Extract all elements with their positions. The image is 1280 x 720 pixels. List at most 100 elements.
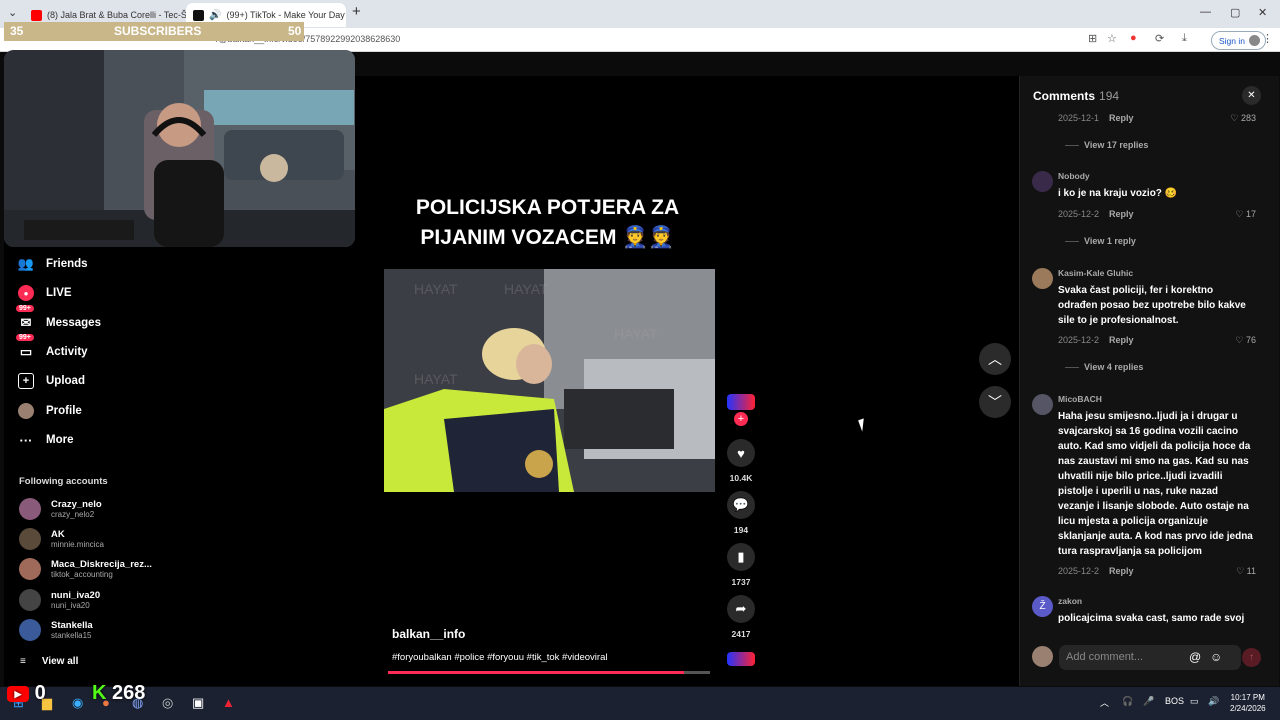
- goal-end: 50: [288, 24, 302, 38]
- sidebar-item-friends[interactable]: 👥 Friends: [18, 256, 88, 272]
- add-comment-placeholder: Add comment...: [1066, 651, 1144, 663]
- mention-icon[interactable]: @: [1189, 650, 1201, 664]
- view-replies-button[interactable]: View 4 replies: [1065, 362, 1143, 372]
- video-player[interactable]: HAYAT HAYAT HAYAT HAYAT: [384, 269, 715, 492]
- tray-chevron-icon[interactable]: ︿: [1100, 696, 1109, 709]
- avatar[interactable]: [1032, 394, 1053, 415]
- video-title-line: PIJANIM VOZACEM 👮👮: [420, 226, 675, 249]
- menu-icon[interactable]: ⋮: [1262, 32, 1273, 45]
- avatar[interactable]: [1032, 171, 1053, 192]
- video-progress-bar[interactable]: [388, 671, 710, 674]
- downloads-icon[interactable]: ⤓: [1182, 32, 1187, 45]
- view-replies-button[interactable]: View 1 reply: [1065, 236, 1136, 246]
- kick-icon: K: [92, 682, 107, 704]
- reply-button[interactable]: Reply: [1109, 335, 1134, 345]
- avatar: [19, 589, 41, 611]
- system-clock[interactable]: 10:17 PM 2/24/2026: [1230, 692, 1266, 714]
- sidebar-item-activity[interactable]: ▭ 99+ Activity: [16, 334, 88, 360]
- app-icon[interactable]: ▲: [222, 695, 235, 710]
- tab-label: (99+) TikTok - Make Your Day: [226, 10, 345, 20]
- refresh-icon[interactable]: ⟳: [1155, 32, 1164, 45]
- share-button[interactable]: ➦ 2417: [727, 595, 755, 639]
- account-handle: tiktok_accounting: [51, 570, 113, 579]
- list-icon: ≡: [20, 656, 26, 667]
- comment-likes[interactable]: ♡ 76: [1235, 335, 1256, 346]
- account-name: Stankella: [51, 620, 93, 631]
- youtube-count: 0: [34, 682, 46, 704]
- next-creator-avatar[interactable]: [727, 652, 755, 666]
- video-hashtags[interactable]: #foryoubalkan #police #foryouu #tik_tok …: [392, 652, 607, 663]
- comment-likes[interactable]: ♡ 283: [1230, 113, 1256, 124]
- network-icon[interactable]: ▭: [1190, 696, 1199, 707]
- speaker-icon[interactable]: 🔊: [209, 10, 221, 21]
- heart-icon: ♥: [727, 439, 755, 467]
- view-replies-button[interactable]: View 17 replies: [1065, 140, 1148, 150]
- goal-label: SUBSCRIBERS: [114, 24, 202, 38]
- sidebar-item-more[interactable]: ··· More: [18, 432, 74, 448]
- goal-start: 35: [10, 24, 24, 38]
- account-name: AK: [51, 529, 65, 540]
- avatar: [727, 652, 755, 666]
- comment-user[interactable]: Nobody: [1058, 171, 1090, 181]
- obs-icon[interactable]: ▣: [192, 695, 204, 711]
- save-button[interactable]: ▮ 1737: [727, 543, 755, 587]
- comment-button[interactable]: 💬 194: [727, 491, 755, 535]
- comment-user[interactable]: zakon: [1058, 596, 1082, 606]
- following-account[interactable]: AK minnie.mincica: [19, 528, 104, 550]
- comment-likes[interactable]: ♡ 17: [1235, 209, 1256, 220]
- emoji-icon[interactable]: ☺: [1210, 650, 1222, 664]
- sidebar-item-live[interactable]: ● LIVE: [18, 285, 72, 301]
- headset-icon[interactable]: 🎧: [1122, 696, 1133, 707]
- signin-button[interactable]: Sign in: [1211, 31, 1266, 50]
- following-account[interactable]: Maca_Diskrecija_rez... tiktok_accounting: [19, 558, 152, 580]
- comment-user[interactable]: Kasim-Kale Gluhic: [1058, 268, 1133, 278]
- comment-user[interactable]: MicoΒΑСН: [1058, 394, 1102, 404]
- following-account[interactable]: Crazy_nelo crazy_nelo2: [19, 498, 102, 520]
- comment-text: Haha jesu smijesno..ljudi ja i drugar u …: [1058, 411, 1253, 557]
- steam-icon[interactable]: ◎: [162, 695, 173, 711]
- apps-icon[interactable]: ⊞: [1088, 32, 1097, 45]
- comments-header: Comments 194: [1033, 89, 1119, 103]
- volume-icon[interactable]: 🔊: [1208, 696, 1219, 707]
- follow-plus-icon[interactable]: +: [734, 412, 748, 426]
- live-icon: ●: [18, 285, 34, 301]
- reply-button[interactable]: Reply: [1109, 209, 1134, 219]
- close-icon: ✕: [1247, 90, 1256, 101]
- account-handle: minnie.mincica: [51, 540, 104, 549]
- messages-icon: ✉ 99+: [16, 305, 34, 331]
- next-video-button[interactable]: ﹀: [979, 386, 1011, 418]
- video-author[interactable]: balkan__info: [392, 627, 465, 641]
- tab-list-icon[interactable]: ⌄: [8, 6, 17, 19]
- new-tab-button[interactable]: +: [352, 3, 361, 20]
- close-window-button[interactable]: ✕: [1258, 6, 1267, 19]
- youtube-icon: ▶: [7, 685, 29, 702]
- account-handle: crazy_nelo2: [51, 510, 95, 519]
- extension-icon[interactable]: ●: [1130, 32, 1137, 44]
- sidebar-item-messages[interactable]: ✉ 99+ Messages: [16, 305, 101, 331]
- like-button[interactable]: ♥ 10.4K: [727, 439, 755, 483]
- close-comments-button[interactable]: ✕: [1242, 86, 1261, 105]
- view-all-button[interactable]: ≡ View all: [20, 656, 78, 667]
- previous-video-button[interactable]: ︿: [979, 343, 1011, 375]
- language-indicator[interactable]: BOS: [1165, 696, 1184, 706]
- like-count: 17: [1245, 209, 1256, 219]
- avatar[interactable]: Ž: [1032, 596, 1053, 617]
- reply-button[interactable]: Reply: [1109, 113, 1134, 123]
- microphone-icon[interactable]: 🎤: [1143, 696, 1154, 707]
- following-account[interactable]: Stankella stankella15: [19, 619, 93, 641]
- maximize-button[interactable]: ▢: [1230, 6, 1240, 19]
- notification-badge: 99+: [16, 305, 34, 312]
- sidebar-item-label: Upload: [46, 375, 85, 387]
- creator-avatar[interactable]: +: [727, 394, 755, 426]
- sidebar-item-upload[interactable]: + Upload: [18, 373, 85, 389]
- sidebar-item-profile[interactable]: Profile: [18, 403, 82, 419]
- comment-likes[interactable]: ♡ 11: [1236, 566, 1256, 577]
- notification-badge: 99+: [16, 334, 34, 341]
- avatar[interactable]: [1032, 268, 1053, 289]
- reply-button[interactable]: Reply: [1109, 566, 1134, 576]
- send-comment-button[interactable]: ↑: [1242, 648, 1261, 667]
- minimize-button[interactable]: —: [1200, 6, 1211, 18]
- edge-icon[interactable]: ◉: [72, 695, 83, 711]
- star-icon[interactable]: ☆: [1107, 32, 1117, 45]
- following-account[interactable]: nuni_iva20 nuni_iva20: [19, 589, 100, 611]
